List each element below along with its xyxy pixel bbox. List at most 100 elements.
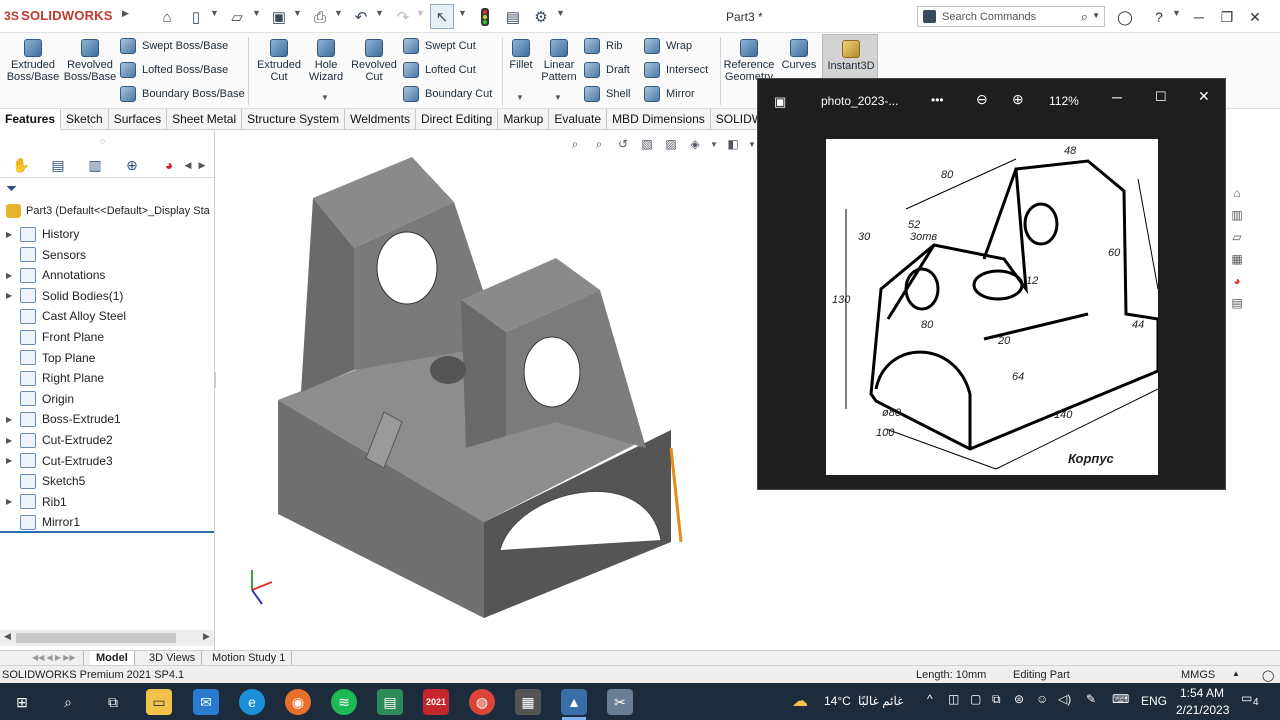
- mail-icon[interactable]: ✉: [193, 689, 219, 715]
- chevron-right-icon[interactable]: ▶: [6, 436, 20, 445]
- tree-item[interactable]: Sketch5: [6, 472, 85, 490]
- appearances-icon[interactable]: ◕: [1228, 272, 1246, 290]
- swept-boss-button[interactable]: Swept Boss/Base: [120, 38, 228, 54]
- dynamic-annotation-icon[interactable]: ▨: [662, 136, 680, 152]
- tree-item[interactable]: Front Plane: [6, 328, 104, 346]
- feature-manager-icon[interactable]: ✋: [10, 155, 32, 175]
- file-explorer-icon[interactable]: ▱: [1228, 228, 1246, 246]
- chevron-up-icon[interactable]: ^: [927, 692, 933, 706]
- boundary-cut-button[interactable]: Boundary Cut: [403, 86, 492, 102]
- boundary-boss-button[interactable]: Boundary Boss/Base: [120, 86, 245, 102]
- tab-3d-views[interactable]: 3D Views: [143, 651, 203, 666]
- dimxpert-manager-icon[interactable]: ⊕: [121, 155, 143, 175]
- undo-icon[interactable]: ↶: [350, 6, 372, 28]
- configuration-manager-icon[interactable]: ▥: [84, 155, 106, 175]
- network-icon[interactable]: ⊜: [1014, 692, 1024, 706]
- notifications-icon[interactable]: ▭: [1241, 691, 1252, 705]
- maximize-icon[interactable]: ☐: [1155, 89, 1167, 105]
- zoom-in-icon[interactable]: ⊕: [1012, 91, 1024, 108]
- chevron-down-icon[interactable]: ▼: [334, 8, 343, 18]
- chevron-left-icon[interactable]: ◀: [4, 631, 11, 642]
- status-help-icon[interactable]: ◯: [1262, 669, 1274, 682]
- tree-item[interactable]: Sensors: [6, 246, 86, 264]
- keyboard-icon[interactable]: ⌨: [1112, 692, 1129, 706]
- custom-properties-icon[interactable]: ▤: [1228, 294, 1246, 312]
- minimize-icon[interactable]: ─: [1188, 7, 1210, 27]
- photos-icon[interactable]: ▲: [561, 689, 587, 715]
- pen-icon[interactable]: ✎: [1086, 692, 1096, 706]
- weather-text[interactable]: غائم غالبًا: [858, 694, 903, 708]
- tree-item[interactable]: ▶ Cut-Extrude3: [6, 452, 113, 470]
- filter-icon[interactable]: ⏷: [6, 180, 17, 197]
- user-account-icon[interactable]: ◯: [1114, 7, 1136, 27]
- view-orientation-icon[interactable]: ◈: [686, 136, 704, 152]
- hole-wizard-button[interactable]: Hole Wizard: [304, 39, 348, 83]
- tree-item[interactable]: Right Plane: [6, 369, 104, 387]
- tray-app-icon[interactable]: ◫: [948, 692, 959, 706]
- menu-arrow-icon[interactable]: ▶: [122, 8, 129, 19]
- chevron-right-icon[interactable]: ▶: [203, 631, 210, 642]
- search-commands-box[interactable]: Search Commands ⌕ ▼: [917, 6, 1105, 27]
- section-view-icon[interactable]: ▧: [638, 136, 656, 152]
- more-options-icon[interactable]: •••: [931, 93, 944, 107]
- tab-markup[interactable]: Markup: [498, 109, 550, 130]
- close-icon[interactable]: ✕: [1198, 88, 1210, 105]
- chevron-down-icon[interactable]: ▼: [375, 8, 384, 18]
- chevron-right-icon[interactable]: ▶: [6, 415, 20, 424]
- chevron-down-icon[interactable]: ▼: [1172, 8, 1181, 18]
- options-gear-icon[interactable]: ⚙: [530, 6, 552, 28]
- tree-item[interactable]: Top Plane: [6, 349, 95, 367]
- display-style-icon[interactable]: ◧: [724, 136, 742, 152]
- tab-surfaces[interactable]: Surfaces: [109, 109, 168, 130]
- chevron-right-icon[interactable]: ▶: [6, 497, 20, 506]
- panel-grip[interactable]: ○: [100, 136, 105, 146]
- tab-motion-study[interactable]: Motion Study 1: [206, 651, 293, 666]
- rib-button[interactable]: Rib: [584, 38, 623, 54]
- view-palette-icon[interactable]: ▦: [1228, 250, 1246, 268]
- calculator-icon[interactable]: ▦: [515, 689, 541, 715]
- save-icon[interactable]: ▣: [268, 6, 290, 28]
- chevron-down-icon[interactable]: ▼: [416, 8, 425, 18]
- weather-icon[interactable]: ☁: [792, 691, 808, 711]
- solidworks-resources-icon[interactable]: ⌂: [1228, 184, 1246, 202]
- input-language[interactable]: ENG: [1141, 694, 1167, 708]
- tree-item[interactable]: ▶ Boss-Extrude1: [6, 410, 121, 428]
- chevron-down-icon[interactable]: ▼: [1092, 11, 1100, 20]
- swept-cut-button[interactable]: Swept Cut: [403, 38, 476, 54]
- property-manager-icon[interactable]: ▤: [47, 155, 69, 175]
- tab-sketch[interactable]: Sketch: [61, 109, 109, 130]
- chevron-right-icon[interactable]: ▶: [6, 291, 20, 300]
- zoom-to-area-icon[interactable]: ⌕: [590, 136, 608, 152]
- shell-button[interactable]: Shell: [584, 86, 630, 102]
- revolved-boss-button[interactable]: Revolved Boss/Base: [62, 39, 118, 83]
- search-icon[interactable]: ⌕: [1081, 9, 1088, 25]
- revolved-cut-button[interactable]: Revolved Cut: [350, 39, 398, 83]
- wrap-button[interactable]: Wrap: [644, 38, 692, 54]
- tree-item[interactable]: Origin: [6, 390, 74, 408]
- close-icon[interactable]: ✕: [1244, 7, 1266, 27]
- lofted-cut-button[interactable]: Lofted Cut: [403, 62, 476, 78]
- chevron-right-icon[interactable]: ▶: [196, 155, 208, 175]
- tab-weldments[interactable]: Weldments: [345, 109, 416, 130]
- rebuild-traffic-light-icon[interactable]: [474, 6, 496, 28]
- part-root-node[interactable]: Part3 (Default<<Default>_Display Sta: [6, 204, 210, 218]
- tree-item[interactable]: Cast Alloy Steel: [6, 307, 126, 325]
- redo-icon[interactable]: ↷: [392, 6, 414, 28]
- chevron-down-icon[interactable]: ▼: [252, 8, 261, 18]
- linear-pattern-button[interactable]: Linear Pattern: [539, 39, 579, 83]
- windows-start-icon[interactable]: ⊞: [9, 689, 35, 715]
- chevron-down-icon[interactable]: ▼: [748, 136, 756, 152]
- chevron-down-icon[interactable]: ▼: [554, 93, 562, 102]
- new-document-icon[interactable]: ▯: [185, 6, 207, 28]
- chevron-down-icon[interactable]: ▼: [516, 93, 524, 102]
- lofted-boss-button[interactable]: Lofted Boss/Base: [120, 62, 228, 78]
- solidworks-taskbar-icon[interactable]: 2021: [423, 689, 449, 715]
- tab-direct-editing[interactable]: Direct Editing: [416, 109, 499, 130]
- tray-app-icon[interactable]: ▢: [970, 692, 981, 706]
- chrome-icon[interactable]: ◍: [469, 689, 495, 715]
- file-explorer-icon[interactable]: ▭: [146, 689, 172, 715]
- chevron-down-icon[interactable]: ▼: [210, 8, 219, 18]
- tray-app-icon[interactable]: ⧉: [992, 692, 1001, 707]
- clock-date[interactable]: 2/21/2023: [1176, 703, 1229, 717]
- units-selector[interactable]: MMGS: [1181, 669, 1215, 681]
